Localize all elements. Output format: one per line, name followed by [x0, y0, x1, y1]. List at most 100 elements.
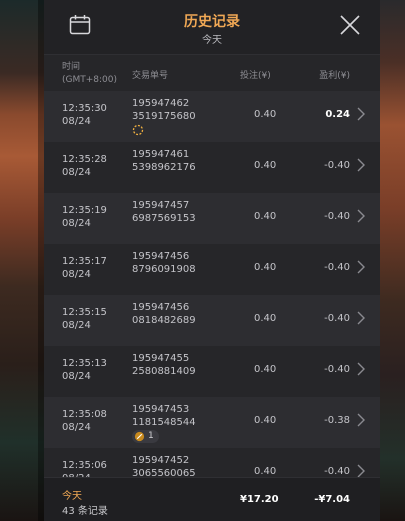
- row-date-value: 08/24: [62, 218, 91, 229]
- history-panel: 历史记录 今天 时间 (GMT+8:00) 交易单号 投注(¥) 盈利(¥) 1…: [44, 0, 380, 521]
- row-time-value: 12:35:28: [62, 154, 107, 165]
- row-time-value: 12:35:13: [62, 358, 107, 369]
- column-time: 时间 (GMT+8:00): [62, 61, 117, 87]
- row-bet: 0.40: [254, 109, 277, 120]
- row-trade-no: 195947453 1181548544 1: [132, 403, 196, 446]
- badge: [132, 124, 144, 136]
- row-trade-no: 195947456 0818482689: [132, 301, 196, 327]
- row-bet: 0.40: [254, 211, 277, 222]
- row-time: 12:35:19 08/24: [62, 204, 107, 230]
- chevron-right-icon: [357, 362, 365, 376]
- row-bet: 0.40: [254, 466, 277, 477]
- row-time: 12:35:30 08/24: [62, 102, 107, 128]
- row-time: 12:35:17 08/24: [62, 255, 107, 281]
- chevron-right-icon: [357, 107, 365, 121]
- row-trade-no-line1: 195947461: [132, 149, 190, 160]
- free-spin-pill: 1: [132, 430, 159, 443]
- row-time-value: 12:35:30: [62, 103, 107, 114]
- summary-period: 今天: [62, 491, 82, 502]
- row-trade-no-line1: 195947462: [132, 98, 190, 109]
- row-time-value: 12:35:17: [62, 256, 107, 267]
- chevron-right-icon: [357, 464, 365, 478]
- row-time: 12:35:08 08/24: [62, 408, 107, 434]
- spin-icon: [132, 124, 144, 136]
- row-bet: 0.40: [254, 160, 277, 171]
- row-trade-no-line1: 195947455: [132, 353, 190, 364]
- free-spin-count: 1: [148, 431, 154, 441]
- row-profit: -0.40: [324, 313, 350, 324]
- background-left: [0, 0, 44, 521]
- row-trade-no-line2: 2580881409: [132, 366, 196, 377]
- table-row[interactable]: 12:35:17 08/24 195947456 8796091908 0.40 -0.4…: [44, 244, 380, 295]
- row-profit: -0.40: [324, 211, 350, 222]
- row-time-value: 12:35:08: [62, 409, 107, 420]
- chevron-right-icon: [357, 158, 365, 172]
- row-trade-no: 195947455 2580881409: [132, 352, 196, 378]
- column-time-label: 时间: [62, 62, 81, 72]
- row-date-value: 08/24: [62, 269, 91, 280]
- row-trade-no-line1: 195947453: [132, 404, 190, 415]
- row-trade-no-line2: 5398962176: [132, 162, 196, 173]
- row-trade-no-line2: 0818482689: [132, 315, 196, 326]
- row-profit: -0.40: [324, 466, 350, 477]
- row-time: 12:35:15 08/24: [62, 306, 107, 332]
- badge: 1: [132, 430, 159, 443]
- history-list[interactable]: 12:35:30 08/24 195947462 3519175680 0.40 0.24…: [44, 91, 380, 478]
- row-profit: -0.38: [324, 415, 350, 426]
- row-profit: 0.24: [325, 109, 350, 120]
- row-profit: -0.40: [324, 364, 350, 375]
- row-profit: -0.40: [324, 262, 350, 273]
- row-profit: -0.40: [324, 160, 350, 171]
- row-date-value: 08/24: [62, 320, 91, 331]
- total-profit: -¥7.04: [314, 494, 350, 505]
- page-title: 历史记录: [184, 14, 240, 30]
- table-row[interactable]: 12:35:08 08/24 195947453 1181548544 1 0.40 -0.…: [44, 397, 380, 448]
- row-trade-no: 195947452 3065560065: [132, 454, 196, 478]
- table-row[interactable]: 12:35:0608/24 1959474523065560065 0.40 -0.4…: [44, 448, 380, 478]
- table-row[interactable]: 12:35:30 08/24 195947462 3519175680 0.40 0.24: [44, 91, 380, 142]
- record-count: 43 条记录: [62, 506, 108, 517]
- row-bet: 0.40: [254, 364, 277, 375]
- row-trade-no-line1: 195947452: [132, 455, 190, 466]
- row-trade-no: 195947461 5398962176: [132, 148, 196, 174]
- row-trade-no-line1: 195947456: [132, 302, 190, 313]
- close-button[interactable]: [340, 15, 360, 35]
- row-time-value: 12:35:06: [62, 460, 107, 471]
- row-trade-no-line2: 1181548544: [132, 417, 196, 428]
- row-trade-no-line2: 8796091908: [132, 264, 196, 275]
- row-bet: 0.40: [254, 415, 277, 426]
- date-filter-label: 今天: [202, 35, 222, 46]
- free-spin-icon: [134, 431, 145, 442]
- row-trade-no-line1: 195947456: [132, 251, 190, 262]
- row-trade-no: 195947456 8796091908: [132, 250, 196, 276]
- table-row[interactable]: 12:35:13 08/24 195947455 2580881409 0.40 -0.4…: [44, 346, 380, 397]
- column-header: 时间 (GMT+8:00) 交易单号 投注(¥) 盈利(¥): [44, 55, 380, 91]
- table-row[interactable]: 12:35:19 08/24 195947457 6987569153 0.40 -0.4…: [44, 193, 380, 244]
- table-row[interactable]: 12:35:15 08/24 195947456 0818482689 0.40 -0.4…: [44, 295, 380, 346]
- header: 历史记录 今天: [44, 0, 380, 55]
- chevron-right-icon: [357, 311, 365, 325]
- chevron-right-icon: [357, 413, 365, 427]
- row-bet: 0.40: [254, 262, 277, 273]
- row-trade-no: 195947457 6987569153: [132, 199, 196, 225]
- row-time-value: 12:35:19: [62, 205, 107, 216]
- summary-footer: 今天 43 条记录 ¥17.20 -¥7.04: [44, 477, 380, 521]
- row-trade-no-line2: 3519175680: [132, 111, 196, 122]
- row-time-value: 12:35:15: [62, 307, 107, 318]
- row-date-value: 08/24: [62, 116, 91, 127]
- row-trade-no: 195947462 3519175680: [132, 97, 196, 140]
- row-bet: 0.40: [254, 313, 277, 324]
- column-timezone-label: (GMT+8:00): [62, 75, 118, 85]
- row-time: 12:35:13 08/24: [62, 357, 107, 383]
- row-trade-no-line1: 195947457: [132, 200, 190, 211]
- column-profit: 盈利(¥): [319, 71, 350, 81]
- column-bet: 投注(¥): [240, 71, 271, 81]
- row-trade-no-line2: 6987569153: [132, 213, 196, 224]
- row-date-value: 08/24: [62, 167, 91, 178]
- table-row[interactable]: 12:35:28 08/24 195947461 5398962176 0.40 -0.4…: [44, 142, 380, 193]
- row-date-value: 08/24: [62, 371, 91, 382]
- total-bet: ¥17.20: [240, 494, 279, 505]
- close-icon: [340, 15, 360, 35]
- row-time: 12:35:28 08/24: [62, 153, 107, 179]
- row-date-value: 08/24: [62, 422, 91, 433]
